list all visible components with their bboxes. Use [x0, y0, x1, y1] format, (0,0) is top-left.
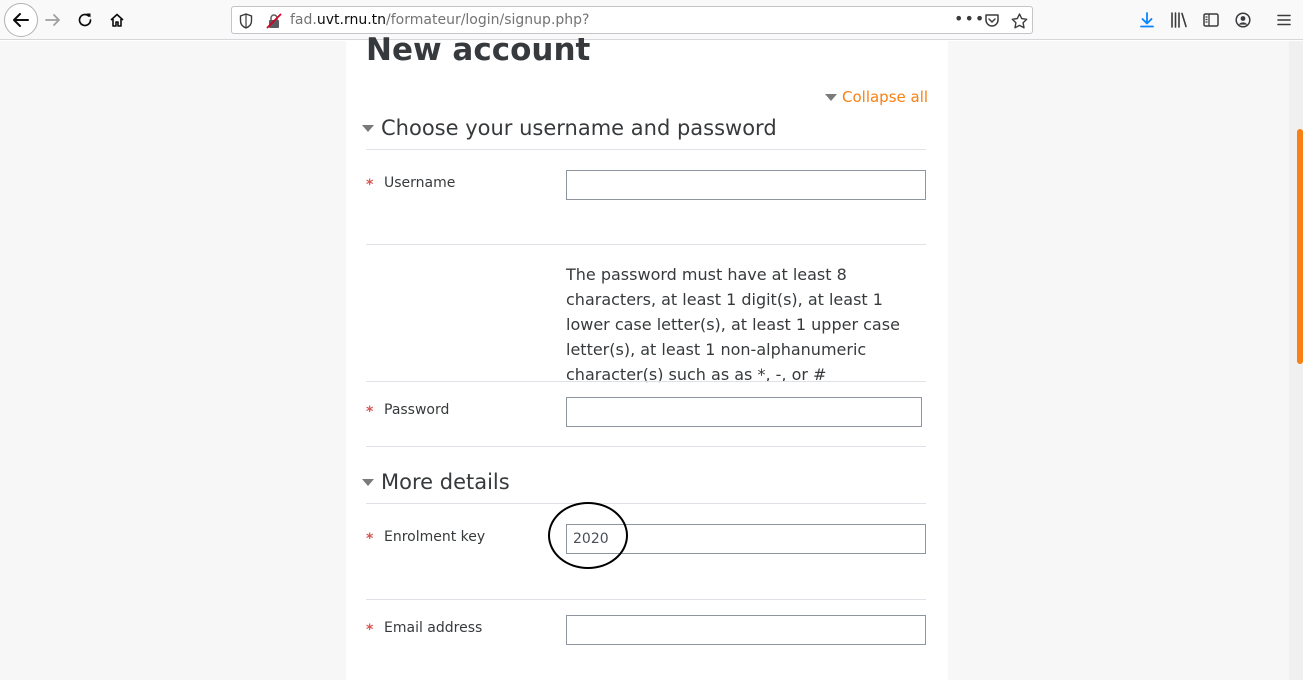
reload-icon	[78, 13, 92, 27]
collapse-all-link[interactable]: Collapse all	[825, 88, 928, 106]
section-header-details[interactable]: More details	[362, 470, 510, 494]
url-text[interactable]: fad.uvt.rnu.tn/formateur/login/signup.ph…	[290, 12, 589, 28]
field-divider	[366, 244, 926, 245]
url-bar[interactable]: fad.uvt.rnu.tn/formateur/login/signup.ph…	[231, 6, 1033, 34]
reload-button[interactable]	[70, 5, 100, 35]
section-divider	[366, 503, 926, 504]
menu-button[interactable]	[1269, 5, 1299, 35]
email-input[interactable]	[566, 615, 926, 645]
username-label: Username	[384, 175, 456, 191]
browser-toolbar: fad.uvt.rnu.tn/formateur/login/signup.ph…	[0, 0, 1303, 40]
section-title-details: More details	[381, 470, 510, 494]
account-button[interactable]	[1228, 5, 1258, 35]
insecure-lock-icon[interactable]	[266, 13, 282, 29]
url-path: /formateur/login/signup.php?	[386, 12, 590, 28]
sidebar-icon	[1203, 13, 1219, 27]
page-actions-menu-icon[interactable]: •••	[954, 9, 985, 28]
field-divider	[366, 446, 926, 447]
home-button[interactable]	[102, 5, 132, 35]
required-icon: *	[366, 177, 374, 193]
account-icon	[1235, 12, 1251, 28]
password-label: Password	[384, 402, 450, 418]
bookmark-star-icon[interactable]	[1011, 13, 1028, 29]
back-button[interactable]	[4, 3, 38, 37]
sidebar-button[interactable]	[1196, 5, 1226, 35]
scrollbar-thumb[interactable]	[1297, 129, 1303, 364]
email-label: Email address	[384, 620, 483, 636]
enrolment-key-input[interactable]	[566, 524, 926, 554]
section-toggle-icon	[362, 124, 374, 132]
password-rules-text: The password must have at least 8 charac…	[566, 265, 900, 384]
section-header-credentials[interactable]: Choose your username and password	[362, 116, 777, 140]
field-divider	[366, 381, 926, 382]
downloads-button[interactable]	[1132, 5, 1162, 35]
arrow-right-icon	[45, 14, 60, 26]
forward-button[interactable]	[38, 5, 68, 35]
arrow-left-icon	[13, 13, 29, 27]
pocket-icon[interactable]	[984, 13, 1000, 29]
page-title: New account	[366, 32, 591, 68]
enrolment-key-label: Enrolment key	[384, 529, 486, 545]
required-icon: *	[366, 404, 374, 420]
section-divider	[366, 149, 926, 150]
collapse-all-label: Collapse all	[842, 88, 929, 106]
library-button[interactable]	[1164, 5, 1194, 35]
required-icon: *	[366, 531, 374, 547]
url-host: uvt.rnu.tn	[316, 12, 387, 28]
collapse-triangle-icon	[825, 93, 837, 101]
required-icon: *	[366, 622, 374, 638]
download-icon	[1140, 12, 1154, 28]
library-icon	[1171, 12, 1187, 28]
username-input[interactable]	[566, 170, 926, 200]
password-input[interactable]	[566, 397, 922, 427]
field-divider	[366, 599, 926, 600]
shield-icon[interactable]	[239, 13, 253, 29]
hamburger-menu-icon	[1277, 14, 1291, 26]
home-icon	[110, 13, 124, 27]
url-prefix: fad.	[290, 12, 317, 28]
section-title-credentials: Choose your username and password	[381, 116, 777, 140]
section-toggle-icon	[362, 478, 374, 486]
